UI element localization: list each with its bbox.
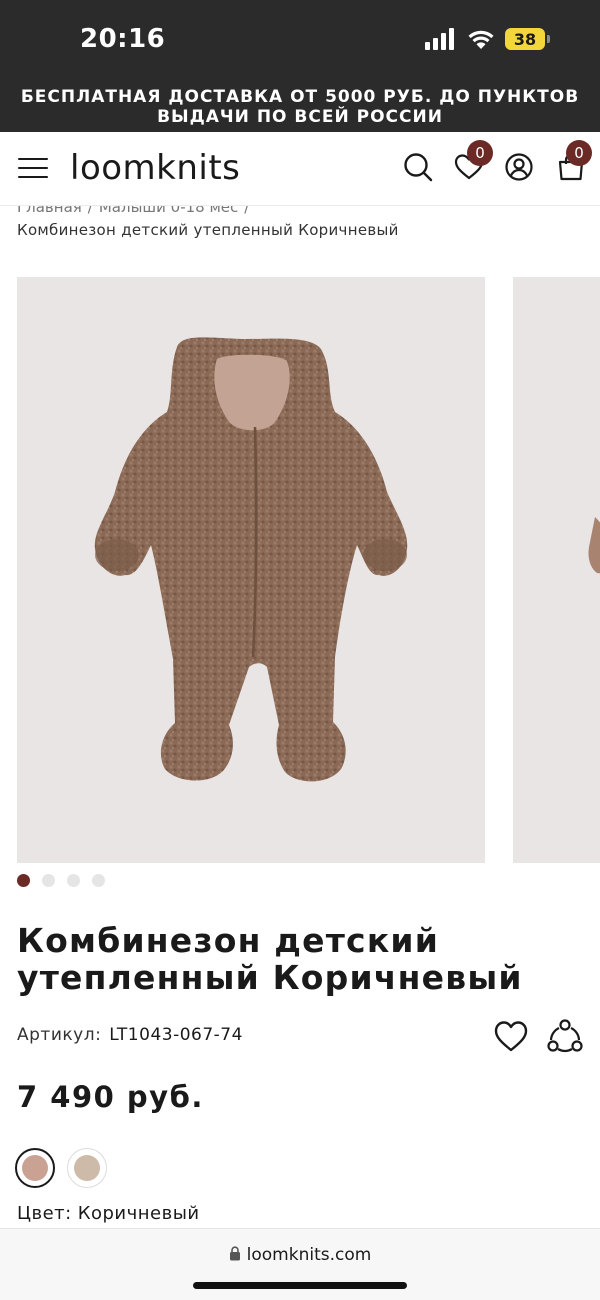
swatch-color-fill [74, 1155, 100, 1181]
gallery-dot-3[interactable] [67, 874, 80, 887]
color-value: Коричневый [77, 1203, 200, 1224]
wifi-icon [468, 30, 494, 49]
add-to-wishlist-heart-icon[interactable] [493, 1019, 529, 1053]
signal-icon [425, 28, 454, 50]
product-gallery[interactable] [17, 277, 600, 863]
product-image-next[interactable] [513, 277, 600, 863]
lock-icon [229, 1246, 240, 1261]
gallery-dot-1[interactable] [17, 874, 30, 887]
url-display[interactable]: loomknits.com [0, 1245, 600, 1265]
status-bar: 20:16 38 [0, 0, 600, 82]
selected-color: Цвет: Коричневый [17, 1203, 200, 1224]
user-icon[interactable] [504, 152, 534, 182]
status-time: 20:16 [80, 24, 166, 54]
share-icon[interactable] [547, 1018, 583, 1054]
promo-line-2: ВЫДАЧИ ПО ВСЕЙ РОССИИ [157, 107, 443, 127]
product-image[interactable] [17, 277, 485, 863]
product-photo [94, 337, 408, 782]
search-icon[interactable] [403, 152, 433, 182]
color-swatches [15, 1148, 107, 1188]
browser-address-bar[interactable]: loomknits.com [0, 1228, 600, 1300]
site-logo[interactable]: loomknits [70, 148, 240, 188]
product-sku: Артикул: LT1043-067-74 [17, 1025, 243, 1045]
color-label: Цвет: [17, 1203, 72, 1224]
gallery-pagination [17, 874, 105, 887]
product-photo-next [588, 517, 600, 574]
menu-icon[interactable] [18, 156, 48, 180]
battery-level: 38 [505, 28, 545, 50]
site-header: loomknits 0 0 [0, 132, 600, 206]
swatch-color-fill [22, 1155, 48, 1181]
home-indicator[interactable] [193, 1282, 407, 1289]
product-price: 7 490 руб. [17, 1080, 204, 1114]
sku-label: Артикул: [17, 1025, 102, 1045]
promo-banner: БЕСПЛАТНАЯ ДОСТАВКА ОТ 5000 РУБ. ДО ПУНК… [0, 82, 600, 132]
status-indicators: 38 [425, 28, 550, 50]
color-swatch-brown[interactable] [15, 1148, 55, 1188]
cart-count-badge: 0 [566, 140, 592, 166]
url-text: loomknits.com [246, 1245, 372, 1265]
breadcrumb-current: Комбинезон детский утепленный Коричневый [17, 221, 399, 239]
wishlist-count-badge: 0 [467, 140, 493, 166]
battery-icon: 38 [505, 28, 550, 50]
sku-value: LT1043-067-74 [109, 1025, 243, 1045]
promo-line-1: БЕСПЛАТНАЯ ДОСТАВКА ОТ 5000 РУБ. ДО ПУНК… [20, 87, 580, 107]
gallery-dot-4[interactable] [92, 874, 105, 887]
gallery-dot-2[interactable] [42, 874, 55, 887]
product-title: Комбинезон детский утепленный Коричневый [17, 921, 523, 997]
color-swatch-beige[interactable] [67, 1148, 107, 1188]
